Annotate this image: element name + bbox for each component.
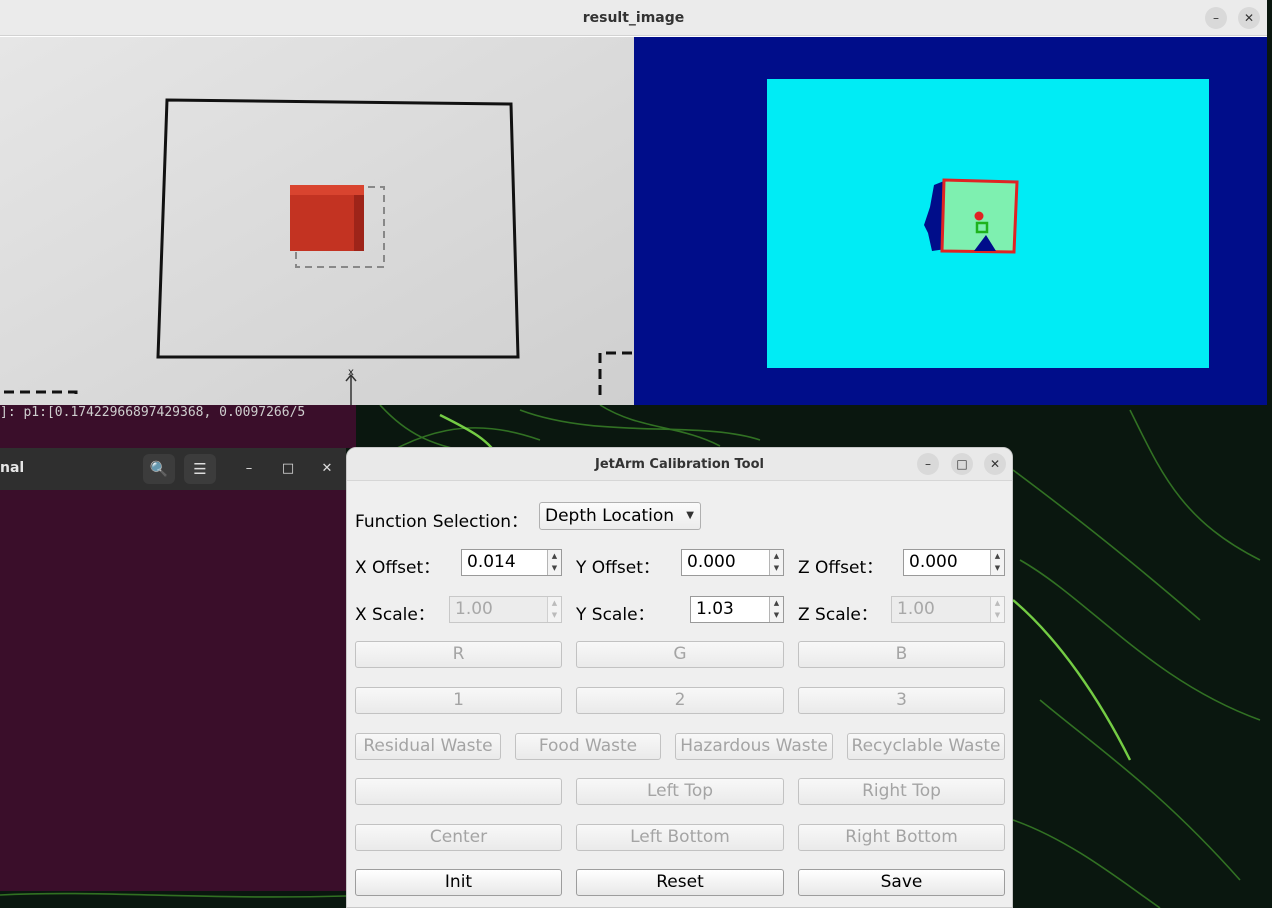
blank-position-button[interactable] <box>355 778 562 805</box>
spin-arrows-icon[interactable]: ▲ ▼ <box>990 550 1004 575</box>
left-bottom-button[interactable]: Left Bottom <box>576 824 784 851</box>
init-button[interactable]: Init <box>355 869 562 896</box>
calibration-titlebar[interactable]: JetArm Calibration Tool – □ ✕ <box>347 448 1012 481</box>
maximize-button[interactable]: □ <box>951 453 973 475</box>
spin-arrows-icon[interactable]: ▲ ▼ <box>769 597 783 622</box>
x-scale-spinbox[interactable]: 1.00 ▲ ▼ <box>449 596 562 623</box>
terminal-close-button[interactable]: ✕ <box>314 456 340 482</box>
y-offset-label: Y Offset： <box>576 558 660 578</box>
terminal-maximize-button[interactable]: □ <box>275 456 301 482</box>
terminal-log-line: ]: p1:[0.17422966897429368, 0.0097266/5 <box>0 405 306 420</box>
y-scale-spinbox[interactable]: 1.03 ▲ ▼ <box>690 596 784 623</box>
x-scale-label: X Scale： <box>355 605 435 625</box>
close-button[interactable]: ✕ <box>984 453 1006 475</box>
spin-arrows-icon[interactable]: ▲ ▼ <box>990 597 1004 622</box>
food-waste-button[interactable]: Food Waste <box>515 733 661 760</box>
z-offset-value: 0.000 <box>909 552 958 572</box>
r-button[interactable]: R <box>355 641 562 668</box>
x-scale-value: 1.00 <box>455 599 493 619</box>
z-scale-value: 1.00 <box>897 599 935 619</box>
camera-image: x <box>0 37 634 405</box>
calibration-tool-window[interactable]: JetArm Calibration Tool – □ ✕ Function S… <box>346 447 1013 908</box>
spin-arrows-icon[interactable]: ▲ ▼ <box>547 597 561 622</box>
minimize-button[interactable]: – <box>917 453 939 475</box>
spin-arrows-icon[interactable]: ▲ ▼ <box>769 550 783 575</box>
reset-button[interactable]: Reset <box>576 869 784 896</box>
menu-icon[interactable]: ☰ <box>184 454 216 484</box>
depth-image <box>634 37 1267 405</box>
terminal-titlebar[interactable]: nal 🔍 ☰ – □ ✕ <box>0 448 346 490</box>
y-offset-spinbox[interactable]: 0.000 ▲ ▼ <box>681 549 784 576</box>
x-offset-spinbox[interactable]: 0.014 ▲ ▼ <box>461 549 562 576</box>
terminal-output-area: ]: p1:[0.17422966897429368, 0.0097266/5 <box>0 405 356 448</box>
y-scale-value: 1.03 <box>696 599 734 619</box>
residual-waste-button[interactable]: Residual Waste <box>355 733 501 760</box>
g-button[interactable]: G <box>576 641 784 668</box>
center-button[interactable]: Center <box>355 824 562 851</box>
z-scale-label: Z Scale： <box>798 605 878 625</box>
search-icon[interactable]: 🔍 <box>143 454 175 484</box>
terminal-title: nal <box>0 460 25 476</box>
y-offset-value: 0.000 <box>687 552 736 572</box>
calibration-title: JetArm Calibration Tool <box>595 457 764 472</box>
z-offset-spinbox[interactable]: 0.000 ▲ ▼ <box>903 549 1005 576</box>
y-scale-label: Y Scale： <box>576 605 655 625</box>
function-selection-value: Depth Location <box>545 506 675 526</box>
hazardous-waste-button[interactable]: Hazardous Waste <box>675 733 833 760</box>
spin-arrows-icon[interactable]: ▲ ▼ <box>547 550 561 575</box>
x-offset-value: 0.014 <box>467 552 516 572</box>
left-top-button[interactable]: Left Top <box>576 778 784 805</box>
result-image-titlebar[interactable]: result_image – ✕ <box>0 0 1267 36</box>
minimize-button[interactable]: – <box>1205 7 1227 29</box>
recyclable-waste-button[interactable]: Recyclable Waste <box>847 733 1005 760</box>
right-bottom-button[interactable]: Right Bottom <box>798 824 1005 851</box>
z-scale-spinbox[interactable]: 1.00 ▲ ▼ <box>891 596 1005 623</box>
function-selection-dropdown[interactable]: Depth Location ▼ <box>539 502 701 530</box>
button-1[interactable]: 1 <box>355 687 562 714</box>
button-2[interactable]: 2 <box>576 687 784 714</box>
save-button[interactable]: Save <box>798 869 1005 896</box>
result-image-title: result_image <box>582 10 685 26</box>
terminal-window[interactable]: nal 🔍 ☰ – □ ✕ <box>0 448 346 891</box>
axis-x-label: x <box>348 367 354 378</box>
result-image-window[interactable]: result_image – ✕ x <box>0 0 1267 405</box>
z-offset-label: Z Offset： <box>798 558 884 578</box>
chevron-down-icon: ▼ <box>686 510 694 521</box>
terminal-minimize-button[interactable]: – <box>236 456 262 482</box>
right-top-button[interactable]: Right Top <box>798 778 1005 805</box>
button-3[interactable]: 3 <box>798 687 1005 714</box>
close-button[interactable]: ✕ <box>1238 7 1260 29</box>
b-button[interactable]: B <box>798 641 1005 668</box>
x-offset-label: X Offset： <box>355 558 441 578</box>
function-selection-label: Function Selection： <box>355 512 529 532</box>
